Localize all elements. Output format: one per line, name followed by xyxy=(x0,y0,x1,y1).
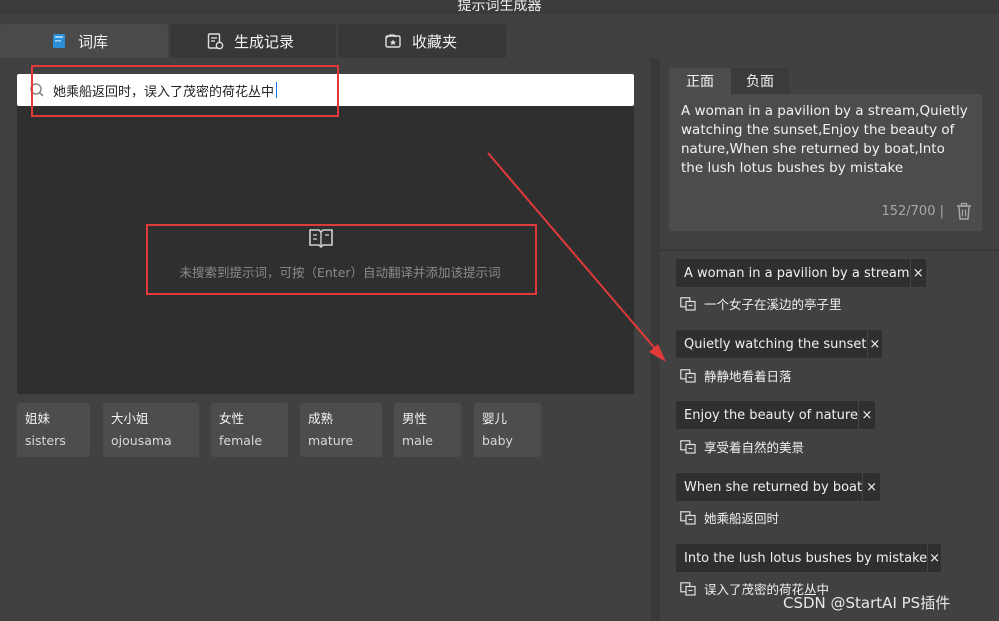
character-counter: 152/700 | xyxy=(881,204,944,219)
chip-cn: 婴儿 xyxy=(482,411,508,426)
close-icon[interactable]: × xyxy=(909,259,926,287)
prompt-tag[interactable]: A woman in a pavilion by a stream × xyxy=(676,259,926,287)
prompt-editor[interactable]: A woman in a pavilion by a stream,Quietl… xyxy=(669,94,982,231)
tab-library[interactable]: 词库 xyxy=(0,24,168,58)
favorites-icon xyxy=(385,34,401,48)
chip-ojousama[interactable]: 大小姐 ojousama xyxy=(103,403,199,457)
translate-icon xyxy=(680,581,696,596)
tag-translation-text: 享受着自然的美景 xyxy=(704,440,805,455)
annotation-box-search xyxy=(31,65,339,117)
tag-text: Quietly watching the sunset xyxy=(684,336,867,352)
chip-en: female xyxy=(219,433,263,448)
chip-baby[interactable]: 婴儿 baby xyxy=(474,403,541,457)
tag-translation: 她乘船返回时 xyxy=(680,508,779,527)
chip-en: sisters xyxy=(25,433,66,448)
annotation-box-message xyxy=(146,224,537,295)
chip-en: ojousama xyxy=(111,433,172,448)
prompt-tag[interactable]: Enjoy the beauty of nature × xyxy=(676,401,875,429)
chip-sisters[interactable]: 姐妹 sisters xyxy=(17,403,90,457)
prompt-tag[interactable]: Quietly watching the sunset × xyxy=(676,330,882,358)
translate-icon xyxy=(680,439,696,454)
watermark: CSDN @StartAI PS插件 xyxy=(783,594,951,612)
chip-en: baby xyxy=(482,433,513,448)
section-separator xyxy=(660,249,999,251)
tag-translation-text: 一个女子在溪边的亭子里 xyxy=(704,297,842,312)
trash-icon[interactable] xyxy=(956,202,972,220)
close-icon[interactable]: × xyxy=(862,473,880,501)
close-icon[interactable]: × xyxy=(857,401,875,429)
chip-cn: 男性 xyxy=(402,411,428,426)
chip-en: mature xyxy=(308,433,354,448)
tab-history[interactable]: 生成记录 xyxy=(170,24,336,58)
tag-text: A woman in a pavilion by a stream xyxy=(684,265,910,281)
tag-translation: 静静地看着日落 xyxy=(680,366,792,385)
tab-library-label: 词库 xyxy=(78,32,109,51)
tag-translation-text: 静静地看着日落 xyxy=(704,369,792,384)
tab-negative-prompt[interactable]: 负面 xyxy=(731,68,789,94)
tag-translation: 一个女子在溪边的亭子里 xyxy=(680,294,842,313)
close-icon[interactable]: × xyxy=(866,330,882,358)
chip-female[interactable]: 女性 female xyxy=(211,403,288,457)
tab-positive-prompt[interactable]: 正面 xyxy=(669,68,731,94)
tab-favorites-label: 收藏夹 xyxy=(412,32,458,51)
chip-mature[interactable]: 成熟 mature xyxy=(300,403,382,457)
prompt-text[interactable]: A woman in a pavilion by a stream,Quietl… xyxy=(681,102,971,178)
chip-cn: 大小姐 xyxy=(111,411,149,426)
translate-icon xyxy=(680,296,696,311)
tag-translation-text: 她乘船返回时 xyxy=(704,511,780,526)
translate-icon xyxy=(680,368,696,383)
translate-icon xyxy=(680,510,696,525)
chip-en: male xyxy=(402,433,433,448)
tab-history-label: 生成记录 xyxy=(234,32,295,51)
tag-text: When she returned by boat xyxy=(684,479,863,495)
chip-male[interactable]: 男性 male xyxy=(394,403,461,457)
close-icon[interactable]: × xyxy=(927,544,941,572)
title-bar: 提示词生成器 xyxy=(0,0,999,14)
tag-text: Into the lush lotus bushes by mistake xyxy=(684,550,928,566)
history-icon xyxy=(207,33,224,50)
window-title: 提示词生成器 xyxy=(457,0,542,14)
book-icon xyxy=(53,34,65,48)
prompt-tag[interactable]: When she returned by boat × xyxy=(676,473,880,501)
prompt-tag[interactable]: Into the lush lotus bushes by mistake × xyxy=(676,544,941,572)
tag-text: Enjoy the beauty of nature xyxy=(684,407,858,423)
chip-cn: 成熟 xyxy=(308,411,334,426)
chip-cn: 女性 xyxy=(219,411,245,426)
panel-divider[interactable] xyxy=(650,58,660,621)
chip-cn: 姐妹 xyxy=(25,411,51,426)
main-tabs: 词库 生成记录 收藏夹 xyxy=(0,24,510,58)
tag-translation: 享受着自然的美景 xyxy=(680,437,804,456)
tab-favorites[interactable]: 收藏夹 xyxy=(338,24,506,58)
